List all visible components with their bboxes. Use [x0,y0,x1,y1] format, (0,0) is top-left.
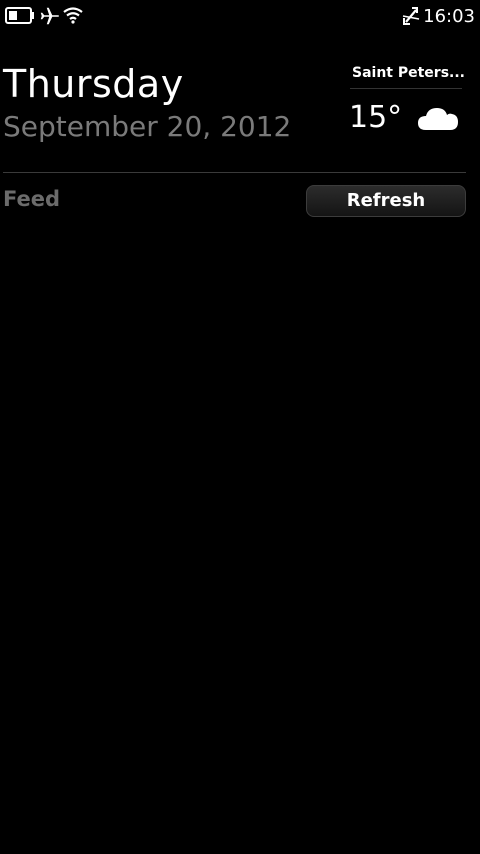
day-of-week: Thursday [3,62,184,106]
weather-location[interactable]: Saint Peters... [352,65,465,81]
status-bar: 16:03 [0,0,480,32]
refresh-button[interactable]: Refresh [306,185,466,217]
status-clock: 16:03 [423,6,475,27]
airplane-mode-icon [40,7,59,25]
feed-label: Feed [3,187,61,211]
cloud-icon [418,108,458,130]
no-sim-icon [402,7,420,25]
weather-temperature: 15° [349,100,403,135]
current-date: September 20, 2012 [3,110,292,143]
wifi-icon [63,7,83,24]
battery-icon [5,7,34,24]
weather-divider [350,88,462,89]
section-divider [3,172,466,173]
